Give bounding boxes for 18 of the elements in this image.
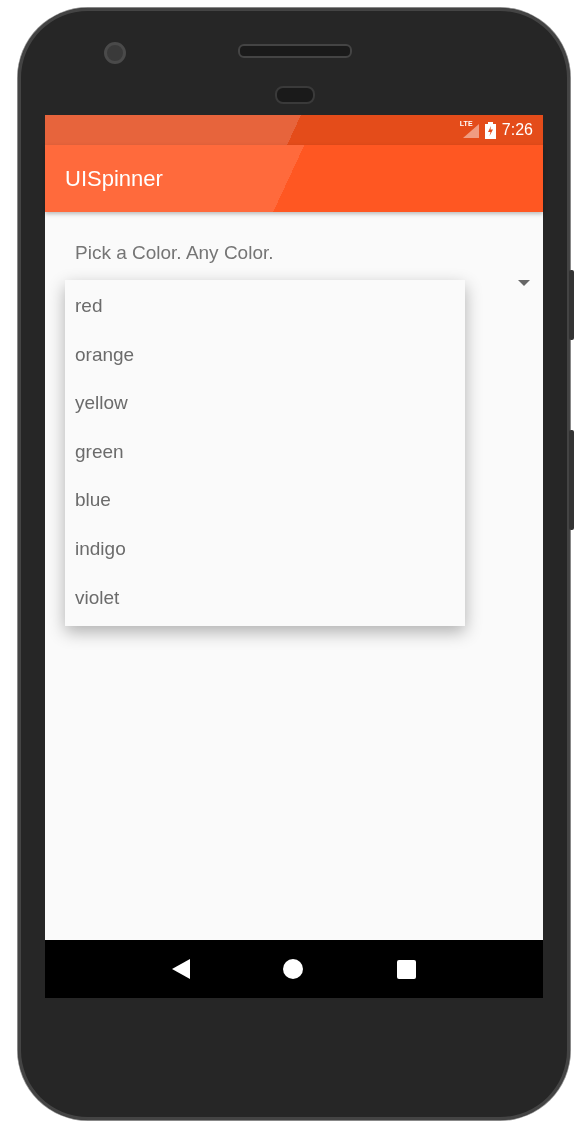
- signal-icon: [462, 124, 479, 138]
- back-icon[interactable]: [171, 959, 190, 979]
- home-icon[interactable]: [283, 959, 304, 979]
- battery-icon: [484, 121, 496, 139]
- clock: 7:26: [501, 121, 533, 139]
- dropdown-option[interactable]: blue: [65, 477, 465, 526]
- dropdown-arrow-icon[interactable]: [518, 280, 530, 286]
- dropdown-option[interactable]: violet: [65, 574, 465, 624]
- sensor-icon: [275, 86, 315, 104]
- prompt-label: Pick a Color. Any Color.: [75, 242, 275, 264]
- dropdown-option[interactable]: orange: [65, 331, 465, 381]
- dropdown-option[interactable]: indigo: [65, 525, 465, 575]
- dropdown-option[interactable]: green: [65, 428, 465, 478]
- recents-icon[interactable]: [397, 959, 417, 979]
- dropdown-option[interactable]: yellow: [65, 380, 465, 429]
- dropdown-option[interactable]: red: [65, 283, 465, 332]
- app-title: UISpinner: [65, 165, 163, 192]
- camera-icon: [104, 42, 126, 64]
